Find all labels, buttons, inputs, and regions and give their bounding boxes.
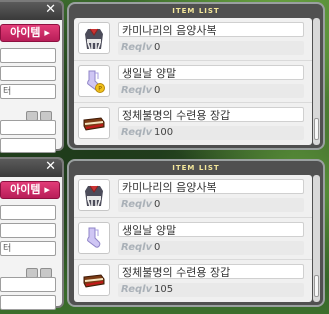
req-level-value: 0 — [154, 199, 161, 210]
req-level-value: 100 — [154, 127, 174, 138]
required-level: Reqlv 0 — [118, 198, 304, 212]
list-item[interactable]: 정체불명의 수련용 장갑 Reqlv 105 — [74, 259, 312, 301]
inventory-small-buttons[interactable] — [26, 106, 56, 121]
inventory-window: ✕ 아이템 ▸ 터 — [0, 157, 64, 310]
close-icon[interactable]: ✕ — [45, 1, 56, 19]
item-list: 카미나리의 음양사복 Reqlv 0 P 생일날 양말 Reqlv 0 정체불명… — [74, 18, 312, 145]
screen-capture-bottom: ✕ 아이템 ▸ 터 ITEM LIST 카미나리의 음양사복 Reqlv 0 생… — [0, 157, 329, 314]
tab-items[interactable]: 아이템 ▸ — [0, 24, 60, 42]
scrollbar-thumb[interactable] — [314, 275, 319, 297]
item-list-window: ITEM LIST 카미나리의 음양사복 Reqlv 0 — [67, 159, 325, 307]
item-list-title: ITEM LIST — [172, 164, 220, 172]
inventory-field — [0, 66, 56, 81]
inventory-field — [0, 120, 56, 135]
tab-items[interactable]: 아이템 ▸ — [0, 181, 60, 199]
screen-capture-top: ✕ 아이템 ▸ 터 ITEM LIST 카미나리의 음양사복 Reqlv 0 P… — [0, 0, 329, 157]
item-name: 카미나리의 음양사복 — [118, 22, 304, 37]
list-item[interactable]: 생일날 양말 Reqlv 0 — [74, 217, 312, 259]
robe-icon — [78, 179, 110, 211]
socks-icon: P — [78, 65, 110, 97]
socks-icon — [78, 222, 110, 254]
req-level-label: Reqlv — [121, 42, 153, 53]
gloves-icon — [78, 107, 110, 139]
req-level-value: 0 — [154, 42, 161, 53]
required-level: Reqlv 0 — [118, 41, 304, 55]
inventory-field: 터 — [0, 84, 56, 99]
item-list-title: ITEM LIST — [172, 7, 220, 15]
inventory-field: 터 — [0, 241, 56, 256]
required-level: Reqlv 0 — [118, 241, 304, 255]
list-item[interactable]: 카미나리의 음양사복 Reqlv 0 — [74, 175, 312, 216]
item-name: 정체불명의 수련용 장갑 — [118, 264, 304, 279]
robe-icon — [78, 22, 110, 54]
inventory-titlebar: ✕ — [0, 159, 62, 177]
req-level-value: 105 — [154, 284, 174, 295]
required-level: Reqlv 100 — [118, 126, 304, 140]
item-name: 생일날 양말 — [118, 222, 304, 237]
gloves-icon — [78, 264, 110, 296]
req-level-value: 0 — [154, 242, 161, 253]
inventory-field — [0, 48, 56, 63]
inventory-field — [0, 295, 56, 310]
inventory-titlebar: ✕ — [0, 2, 62, 20]
list-item[interactable]: 카미나리의 음양사복 Reqlv 0 — [74, 18, 312, 59]
svg-text:P: P — [98, 86, 102, 93]
item-name: 생일날 양말 — [118, 65, 304, 80]
req-level-label: Reqlv — [121, 284, 153, 295]
required-level: Reqlv 105 — [118, 283, 304, 297]
item-name: 카미나리의 음양사복 — [118, 179, 304, 194]
req-level-label: Reqlv — [121, 127, 153, 138]
scrollbar-thumb[interactable] — [314, 118, 319, 140]
req-level-label: Reqlv — [121, 199, 153, 210]
list-item[interactable]: P 생일날 양말 Reqlv 0 — [74, 60, 312, 102]
req-level-label: Reqlv — [121, 242, 153, 253]
inventory-field — [0, 223, 56, 238]
inventory-field — [0, 138, 56, 153]
inventory-field — [0, 205, 56, 220]
close-icon[interactable]: ✕ — [45, 158, 56, 176]
inventory-window: ✕ 아이템 ▸ 터 — [0, 0, 64, 153]
item-list-scrollbar[interactable] — [313, 175, 320, 302]
list-item[interactable]: 정체불명의 수련용 장갑 Reqlv 100 — [74, 102, 312, 144]
inventory-field — [0, 277, 56, 292]
item-list-scrollbar[interactable] — [313, 18, 320, 145]
req-level-value: 0 — [154, 85, 161, 96]
item-list-window: ITEM LIST 카미나리의 음양사복 Reqlv 0 — [67, 2, 325, 150]
req-level-label: Reqlv — [121, 85, 153, 96]
inventory-small-buttons[interactable] — [26, 263, 56, 278]
item-list: 카미나리의 음양사복 Reqlv 0 생일날 양말 Reqlv 0 정체불명의 … — [74, 175, 312, 302]
item-name: 정체불명의 수련용 장갑 — [118, 107, 304, 122]
required-level: Reqlv 0 — [118, 84, 304, 98]
